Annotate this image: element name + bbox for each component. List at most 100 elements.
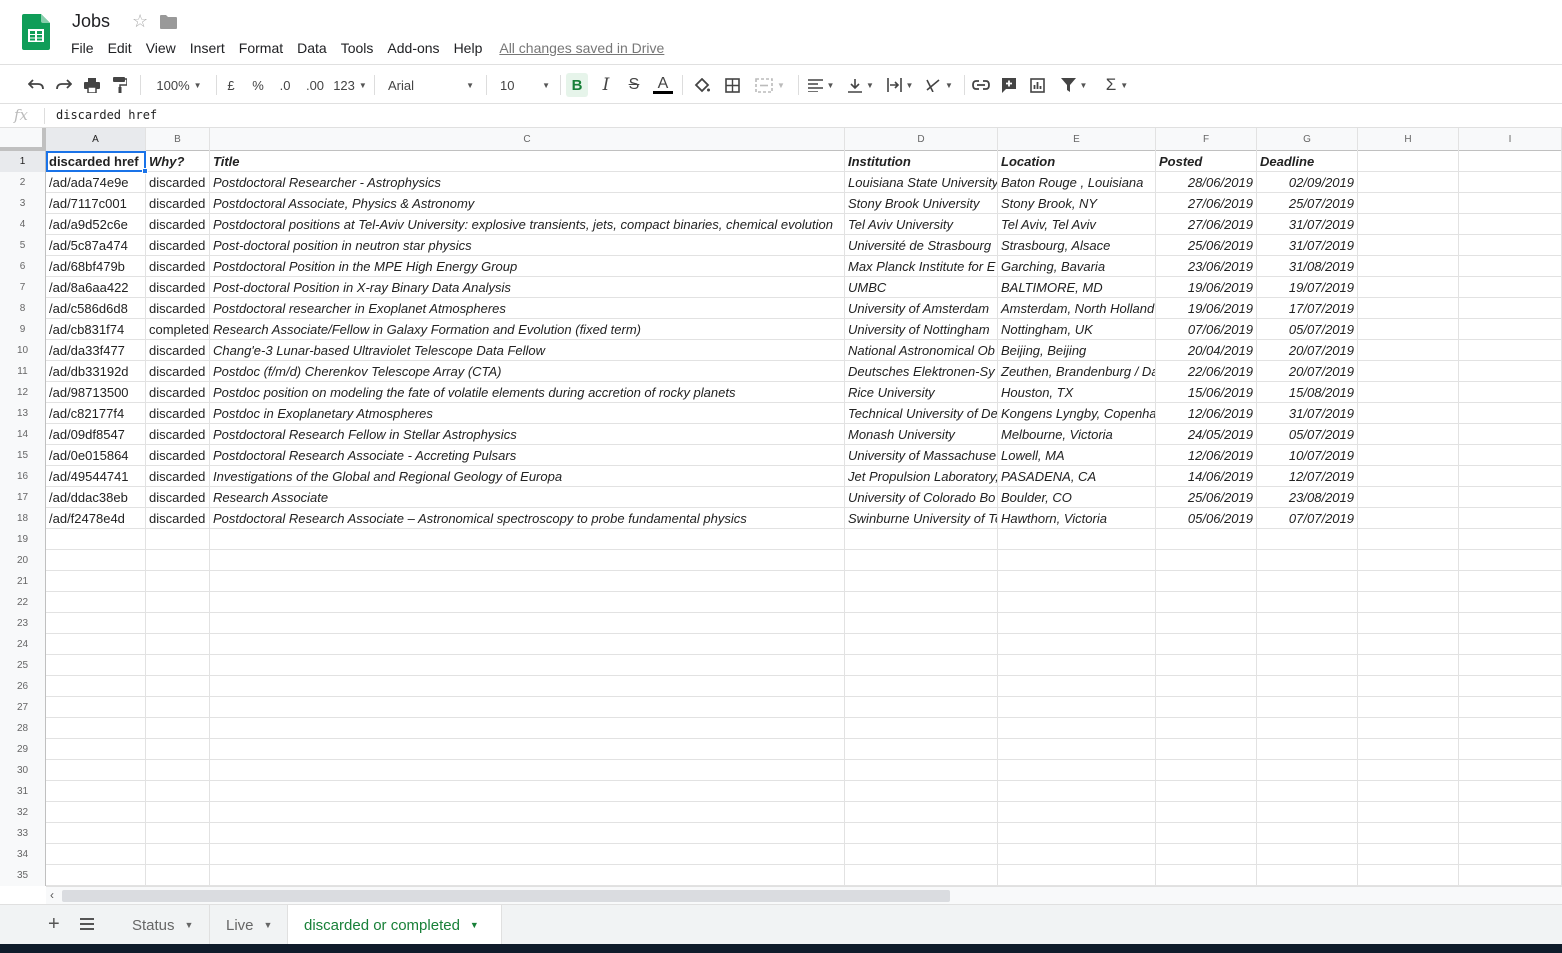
cell-h16[interactable] [1358, 466, 1459, 487]
cell-i14[interactable] [1459, 424, 1562, 445]
cell-g3[interactable]: 25/07/2019 [1257, 193, 1358, 214]
row-header[interactable]: 19 [0, 529, 46, 550]
menu-tools[interactable]: Tools [334, 40, 381, 56]
cell-h17[interactable] [1358, 487, 1459, 508]
cell-b18[interactable]: discarded [146, 508, 210, 529]
cell-a13[interactable]: /ad/c82177f4 [46, 403, 146, 424]
cell-c33[interactable] [210, 823, 845, 844]
cell-i26[interactable] [1459, 676, 1562, 697]
cell-i35[interactable] [1459, 865, 1562, 886]
cell-b33[interactable] [146, 823, 210, 844]
cell-a4[interactable]: /ad/a9d52c6e [46, 214, 146, 235]
cell-b8[interactable]: discarded [146, 298, 210, 319]
cell-f33[interactable] [1156, 823, 1257, 844]
cell-a11[interactable]: /ad/db33192d [46, 361, 146, 382]
cell-f2[interactable]: 28/06/2019 [1156, 172, 1257, 193]
cell-e13[interactable]: Kongens Lyngby, Copenha [998, 403, 1156, 424]
cell-i21[interactable] [1459, 571, 1562, 592]
cell-c32[interactable] [210, 802, 845, 823]
row-header[interactable]: 24 [0, 634, 46, 655]
cell-f12[interactable]: 15/06/2019 [1156, 382, 1257, 403]
menu-addons[interactable]: Add-ons [380, 40, 446, 56]
cell-a8[interactable]: /ad/c586d6d8 [46, 298, 146, 319]
cell-h21[interactable] [1358, 571, 1459, 592]
cell-i29[interactable] [1459, 739, 1562, 760]
cell-b20[interactable] [146, 550, 210, 571]
cell-f21[interactable] [1156, 571, 1257, 592]
text-rotation-icon[interactable]: ▼ [922, 73, 956, 97]
cell-b17[interactable]: discarded [146, 487, 210, 508]
cell-e25[interactable] [998, 655, 1156, 676]
cell-h4[interactable] [1358, 214, 1459, 235]
cell-h26[interactable] [1358, 676, 1459, 697]
cell-a29[interactable] [46, 739, 146, 760]
row-header[interactable]: 5 [0, 235, 46, 256]
cell-e23[interactable] [998, 613, 1156, 634]
cell-b25[interactable] [146, 655, 210, 676]
cell-i19[interactable] [1459, 529, 1562, 550]
cell-f6[interactable]: 23/06/2019 [1156, 256, 1257, 277]
cell-i28[interactable] [1459, 718, 1562, 739]
cell-h31[interactable] [1358, 781, 1459, 802]
number-format-select[interactable]: 123 ▼ [332, 73, 368, 97]
cell-b32[interactable] [146, 802, 210, 823]
scroll-left-icon[interactable]: ‹ [50, 888, 54, 902]
insert-link-icon[interactable] [970, 73, 992, 97]
cell-e6[interactable]: Garching, Bavaria [998, 256, 1156, 277]
column-header-h[interactable]: H [1358, 128, 1459, 151]
cell-c18[interactable]: Postdoctoral Research Associate – Astron… [210, 508, 845, 529]
cell-e27[interactable] [998, 697, 1156, 718]
cell-c13[interactable]: Postdoc in Exoplanetary Atmospheres [210, 403, 845, 424]
cell-h11[interactable] [1358, 361, 1459, 382]
cell-f28[interactable] [1156, 718, 1257, 739]
cell-e33[interactable] [998, 823, 1156, 844]
cell-h23[interactable] [1358, 613, 1459, 634]
cell-i4[interactable] [1459, 214, 1562, 235]
cell-d18[interactable]: Swinburne University of Te [845, 508, 998, 529]
cell-d10[interactable]: National Astronomical Ob [845, 340, 998, 361]
cell-d22[interactable] [845, 592, 998, 613]
column-header-d[interactable]: D [845, 128, 998, 151]
cell-a28[interactable] [46, 718, 146, 739]
cell-i25[interactable] [1459, 655, 1562, 676]
cell-g7[interactable]: 19/07/2019 [1257, 277, 1358, 298]
cell-a15[interactable]: /ad/0e015864 [46, 445, 146, 466]
cell-f20[interactable] [1156, 550, 1257, 571]
cell-f14[interactable]: 24/05/2019 [1156, 424, 1257, 445]
row-header[interactable]: 22 [0, 592, 46, 613]
cell-d23[interactable] [845, 613, 998, 634]
row-header[interactable]: 12 [0, 382, 46, 403]
cell-i7[interactable] [1459, 277, 1562, 298]
row-header[interactable]: 33 [0, 823, 46, 844]
cell-g27[interactable] [1257, 697, 1358, 718]
cell-f29[interactable] [1156, 739, 1257, 760]
star-icon[interactable]: ☆ [132, 11, 148, 32]
cell-b6[interactable]: discarded [146, 256, 210, 277]
row-header[interactable]: 9 [0, 319, 46, 340]
cell-e1[interactable]: Location [998, 151, 1156, 172]
cell-c14[interactable]: Postdoctoral Research Fellow in Stellar … [210, 424, 845, 445]
merge-cells-icon[interactable]: ▼ [750, 73, 790, 97]
cell-g14[interactable]: 05/07/2019 [1257, 424, 1358, 445]
cell-b26[interactable] [146, 676, 210, 697]
cell-c10[interactable]: Chang'e-3 Lunar-based Ultraviolet Telesc… [210, 340, 845, 361]
cell-c9[interactable]: Research Associate/Fellow in Galaxy Form… [210, 319, 845, 340]
row-header[interactable]: 25 [0, 655, 46, 676]
cell-e29[interactable] [998, 739, 1156, 760]
document-title[interactable]: Jobs [72, 11, 110, 32]
cell-b15[interactable]: discarded [146, 445, 210, 466]
cell-g8[interactable]: 17/07/2019 [1257, 298, 1358, 319]
cell-h20[interactable] [1358, 550, 1459, 571]
cell-i6[interactable] [1459, 256, 1562, 277]
cell-i13[interactable] [1459, 403, 1562, 424]
cell-e2[interactable]: Baton Rouge , Louisiana [998, 172, 1156, 193]
row-header[interactable]: 34 [0, 844, 46, 865]
cell-g10[interactable]: 20/07/2019 [1257, 340, 1358, 361]
cell-d2[interactable]: Louisiana State University [845, 172, 998, 193]
cell-b24[interactable] [146, 634, 210, 655]
cell-a27[interactable] [46, 697, 146, 718]
cell-e24[interactable] [998, 634, 1156, 655]
selection-fill-handle[interactable] [142, 168, 148, 174]
fill-color-icon[interactable] [692, 73, 712, 97]
cell-h13[interactable] [1358, 403, 1459, 424]
